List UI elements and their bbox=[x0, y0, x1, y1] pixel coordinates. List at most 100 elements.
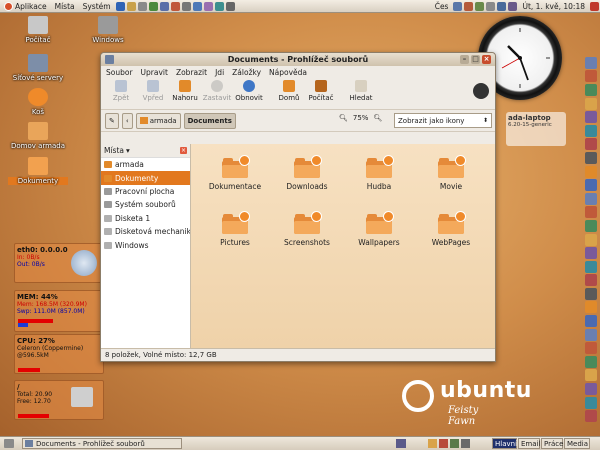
home-button[interactable]: Domů bbox=[273, 78, 305, 102]
applet-trash-icon[interactable] bbox=[461, 439, 470, 448]
dock-launcher-icon[interactable] bbox=[585, 206, 597, 219]
dock-launcher-icon[interactable] bbox=[585, 233, 597, 246]
dock-launcher-icon[interactable] bbox=[585, 328, 597, 341]
calc-launcher-icon[interactable] bbox=[214, 1, 224, 11]
sidebar-item-6[interactable]: Windows bbox=[101, 238, 190, 251]
dock-launcher-icon[interactable] bbox=[585, 274, 597, 287]
applet-music-icon[interactable] bbox=[439, 439, 448, 448]
dock-launcher-icon[interactable] bbox=[585, 70, 597, 83]
dock-launcher-icon[interactable] bbox=[585, 219, 597, 232]
update-icon[interactable] bbox=[464, 2, 474, 11]
back-button[interactable]: Zpět bbox=[105, 78, 137, 102]
notes-icon[interactable] bbox=[396, 439, 406, 448]
applet-mail-icon[interactable] bbox=[428, 439, 437, 448]
sidebar-item-2[interactable]: Pracovní plocha bbox=[101, 185, 190, 198]
desktop-icon-computer[interactable]: Počítač bbox=[8, 16, 68, 44]
file-item[interactable]: Hudba bbox=[343, 155, 415, 191]
workspace-3[interactable]: Media bbox=[564, 438, 590, 449]
network-icon[interactable] bbox=[453, 2, 463, 11]
file-item[interactable]: Downloads bbox=[271, 155, 343, 191]
show-desktop-icon[interactable] bbox=[4, 439, 14, 448]
menu-help[interactable]: Nápověda bbox=[269, 68, 307, 77]
dock-launcher-icon[interactable] bbox=[585, 315, 597, 328]
computer-button[interactable]: Počítač bbox=[305, 78, 337, 102]
power-icon[interactable] bbox=[590, 2, 599, 11]
desktop-icon-home[interactable]: Domov armada bbox=[8, 122, 68, 150]
dock-launcher-icon[interactable] bbox=[585, 179, 597, 192]
workspace-2[interactable]: Práce bbox=[541, 438, 563, 449]
applet-weather-icon[interactable] bbox=[450, 439, 459, 448]
file-item[interactable]: Pictures bbox=[199, 211, 271, 247]
close-button[interactable]: × bbox=[482, 55, 491, 64]
calendar-icon[interactable] bbox=[508, 2, 518, 11]
window-titlebar[interactable]: Documents - Prohlížeč souborů – □ × bbox=[101, 53, 495, 66]
applications-menu[interactable]: Aplikace bbox=[0, 1, 51, 11]
menu-view[interactable]: Zobrazit bbox=[176, 68, 207, 77]
file-item[interactable]: Movie bbox=[415, 155, 487, 191]
forward-button[interactable]: Vpřed bbox=[137, 78, 169, 102]
dock-launcher-icon[interactable] bbox=[585, 247, 597, 260]
zoom-out-icon[interactable]: 🔍︎ bbox=[339, 114, 348, 122]
chat-launcher-icon[interactable] bbox=[203, 1, 213, 11]
terminal-launcher-icon[interactable] bbox=[159, 1, 169, 11]
zoom-in-icon[interactable]: 🔍︎ bbox=[373, 114, 382, 122]
workspace-1[interactable]: Email bbox=[518, 438, 540, 449]
dock-launcher-icon[interactable] bbox=[585, 369, 597, 382]
dock-launcher-icon[interactable] bbox=[585, 301, 597, 314]
dock-launcher-icon[interactable] bbox=[585, 83, 597, 96]
search-button[interactable]: Hledat bbox=[345, 78, 377, 102]
monitor-launcher-icon[interactable] bbox=[225, 1, 235, 11]
mail-launcher-icon[interactable] bbox=[126, 1, 136, 11]
desktop-icon-windows[interactable]: Windows bbox=[78, 16, 138, 44]
dock-launcher-icon[interactable] bbox=[585, 165, 597, 178]
dock-launcher-icon[interactable] bbox=[585, 355, 597, 368]
dock-launcher-icon[interactable] bbox=[585, 56, 597, 69]
taskbar-button-file-browser[interactable]: Documents - Prohlížeč souborů bbox=[22, 438, 182, 449]
dock-launcher-icon[interactable] bbox=[585, 151, 597, 164]
home-launcher-icon[interactable] bbox=[137, 1, 147, 11]
menu-edit[interactable]: Upravit bbox=[141, 68, 168, 77]
sidebar-item-0[interactable]: armada bbox=[101, 158, 190, 171]
desktop-icon-network[interactable]: Síťové servery bbox=[8, 54, 68, 82]
dock-launcher-icon[interactable] bbox=[585, 410, 597, 423]
dock-launcher-icon[interactable] bbox=[585, 138, 597, 151]
settings-launcher-icon[interactable] bbox=[181, 1, 191, 11]
path-button-home[interactable]: armada bbox=[135, 112, 181, 129]
up-button[interactable]: Nahoru bbox=[169, 78, 201, 102]
desktop-icon-trash[interactable]: Koš bbox=[8, 88, 68, 116]
sidebar-item-3[interactable]: Systém souborů bbox=[101, 198, 190, 211]
zoom-level[interactable]: 75% bbox=[353, 114, 369, 122]
dock-launcher-icon[interactable] bbox=[585, 192, 597, 205]
workspace-0[interactable]: Hlavní bbox=[492, 438, 517, 449]
file-item[interactable]: Dokumentace bbox=[199, 155, 271, 191]
reload-button[interactable]: Obnovit bbox=[233, 78, 265, 102]
dock-launcher-icon[interactable] bbox=[585, 396, 597, 409]
editor-launcher-icon[interactable] bbox=[148, 1, 158, 11]
close-sidebar-button[interactable]: × bbox=[180, 147, 187, 154]
dock-launcher-icon[interactable] bbox=[585, 287, 597, 300]
dock-launcher-icon[interactable] bbox=[585, 260, 597, 273]
network-launcher-icon[interactable] bbox=[192, 1, 202, 11]
path-scroll-left-button[interactable]: ‹ bbox=[121, 112, 133, 129]
path-button-documents[interactable]: Documents bbox=[183, 112, 236, 129]
toggle-location-button[interactable]: ✎ bbox=[105, 112, 119, 129]
sidebar-item-1[interactable]: Dokumenty bbox=[101, 171, 190, 185]
firefox-launcher-icon[interactable] bbox=[115, 1, 125, 11]
file-item[interactable]: Wallpapers bbox=[343, 211, 415, 247]
menu-go[interactable]: Jdi bbox=[215, 68, 224, 77]
maximize-button[interactable]: □ bbox=[471, 55, 480, 64]
stop-button[interactable]: Zastavit bbox=[201, 78, 233, 102]
view-mode-select[interactable]: Zobrazit jako ikony ⬍ bbox=[394, 113, 492, 128]
media-launcher-icon[interactable] bbox=[170, 1, 180, 11]
dock-launcher-icon[interactable] bbox=[585, 342, 597, 355]
system-menu[interactable]: Systém bbox=[79, 2, 115, 11]
minimize-button[interactable]: – bbox=[460, 55, 469, 64]
sidebar-item-5[interactable]: Disketová mechanika bbox=[101, 225, 190, 238]
desktop-icon-documents[interactable]: Dokumenty bbox=[8, 157, 68, 185]
menu-file[interactable]: Soubor bbox=[106, 68, 133, 77]
clipboard-icon[interactable] bbox=[497, 2, 507, 11]
places-menu[interactable]: Místa bbox=[51, 2, 79, 11]
sidebar-header[interactable]: Místa ▾ × bbox=[101, 144, 190, 158]
file-item[interactable]: Screenshots bbox=[271, 211, 343, 247]
volume-icon[interactable] bbox=[486, 2, 496, 11]
